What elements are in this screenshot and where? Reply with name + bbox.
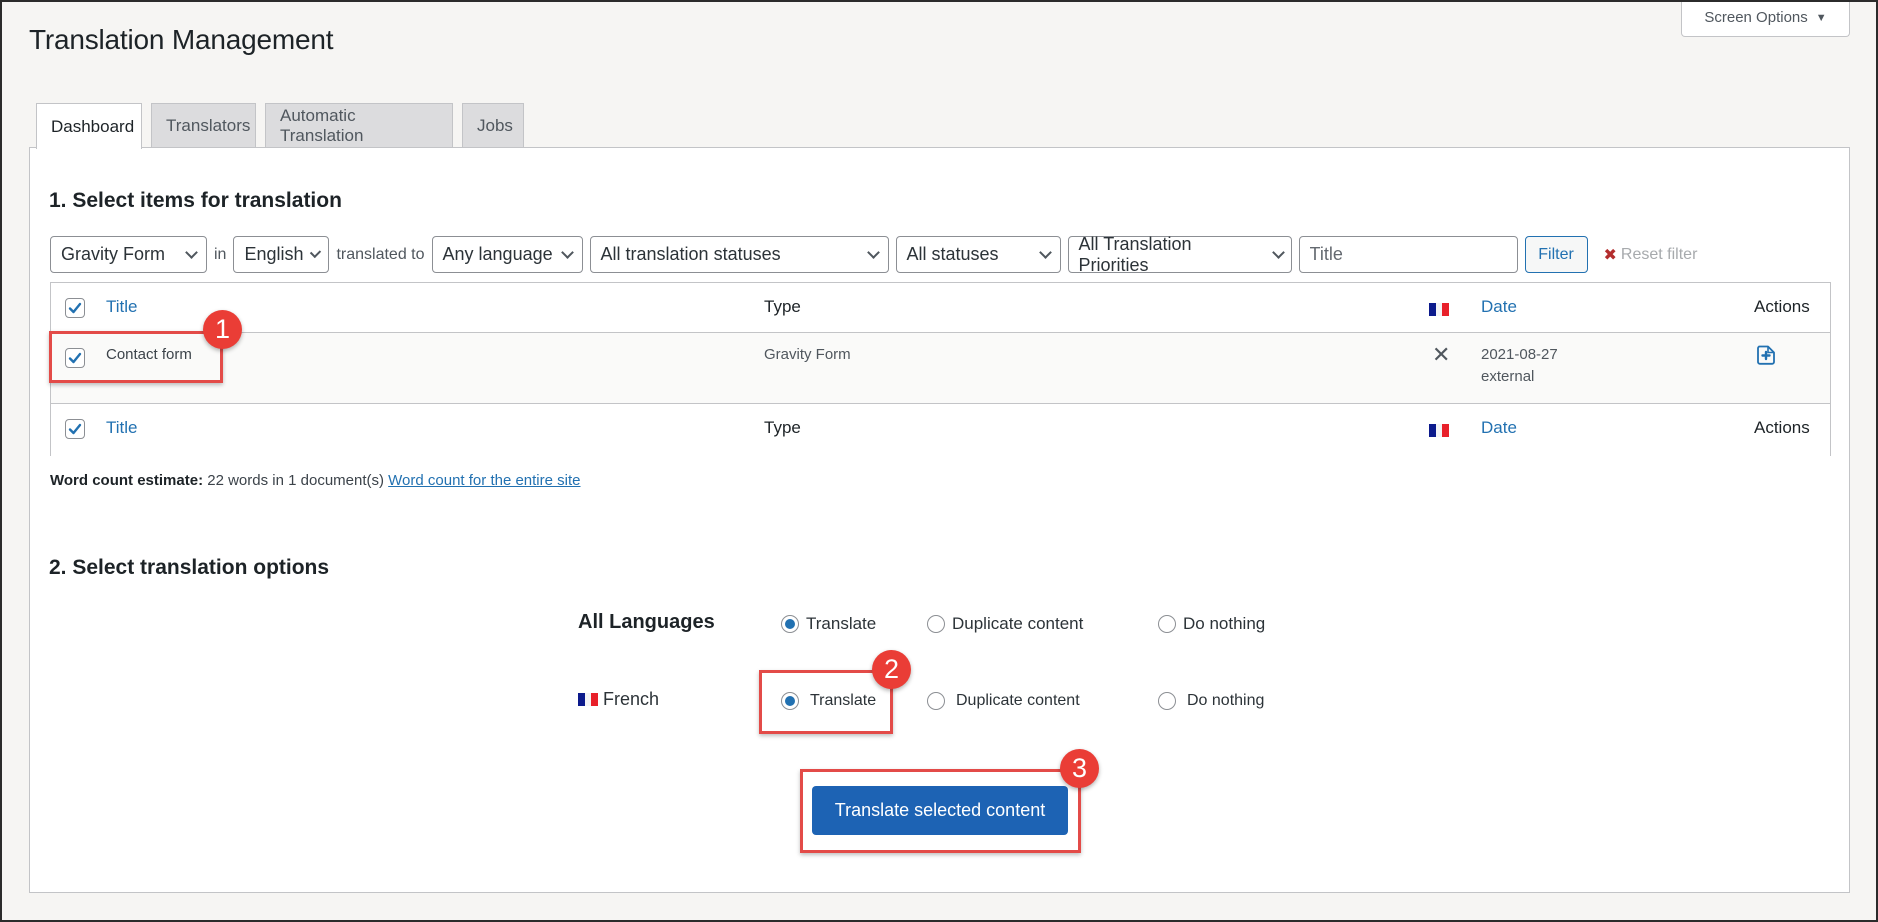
column-header-title[interactable]: Title <box>106 297 138 317</box>
column-header-date[interactable]: Date <box>1481 297 1517 317</box>
page-title: Translation Management <box>29 24 334 55</box>
screen-options-button[interactable]: Screen Options ▼ <box>1681 0 1850 37</box>
table-header-row: Title Type Date Actions <box>51 283 1830 333</box>
dashboard-panel: 1. Select items for translation Gravity … <box>29 147 1850 893</box>
word-count-site-link[interactable]: Word count for the entire site <box>388 472 580 489</box>
in-label: in <box>214 245 227 263</box>
select-all-checkbox-footer[interactable] <box>65 419 85 439</box>
filter-button[interactable]: Filter <box>1524 236 1588 273</box>
chevron-down-icon <box>866 245 880 259</box>
type-select-value: Gravity Form <box>61 244 166 264</box>
chevron-down-icon <box>309 246 321 258</box>
radio-label: Duplicate content <box>956 692 1080 709</box>
radio-label: Do nothing <box>1183 614 1266 633</box>
french-flag-icon <box>1429 301 1450 321</box>
all-translate-radio[interactable]: Translate <box>781 614 876 634</box>
column-footer-type: Type <box>764 418 801 437</box>
priority-value: All Translation Priorities <box>1078 233 1192 275</box>
column-footer-title[interactable]: Title <box>106 418 138 438</box>
french-translate-radio[interactable]: Translate <box>781 692 876 710</box>
radio-empty-icon <box>1158 615 1176 633</box>
row-checkbox[interactable] <box>65 348 85 368</box>
caret-down-icon: ▼ <box>1815 11 1827 24</box>
word-count-label: Word count estimate: <box>50 472 204 489</box>
table-row: Contact form Gravity Form ✕ 2021-08-27 e… <box>51 333 1830 404</box>
all-languages-label: All Languages <box>578 611 715 633</box>
tab-label: Dashboard <box>51 116 135 136</box>
type-select[interactable]: Gravity Form <box>50 236 207 273</box>
tab-label: Automatic Translation <box>280 106 364 145</box>
tab-bar: Dashboard Translators Automatic Translat… <box>36 103 524 149</box>
row-title: Contact form <box>106 346 192 363</box>
language-name: French <box>603 689 660 709</box>
translation-status-value: All translation statuses <box>600 244 781 264</box>
target-language-select[interactable]: Any language <box>431 236 583 273</box>
x-icon: ✕ <box>1432 342 1451 367</box>
radio-label: Translate <box>810 692 877 709</box>
items-table: Title Type Date Actions Contact form Gra… <box>50 282 1831 456</box>
row-date-note: external <box>1481 368 1535 385</box>
radio-label: Do nothing <box>1187 692 1265 709</box>
radio-selected-icon <box>781 692 799 710</box>
all-languages-options: All Languages Translate Duplicate conten… <box>30 611 1849 641</box>
french-flag-icon <box>1429 422 1450 442</box>
translate-selected-content-button[interactable]: Translate selected content <box>812 786 1068 835</box>
reset-filter-link[interactable]: ✖ Reset filter <box>1604 245 1698 265</box>
chevron-down-icon <box>560 245 574 259</box>
tab-translators[interactable]: Translators <box>151 103 256 148</box>
word-count-estimate: Word count estimate: 22 words in 1 docum… <box>50 472 581 489</box>
target-language-value: Any language <box>442 244 553 264</box>
row-date-value: 2021-08-27 <box>1481 346 1558 363</box>
screen-options-label: Screen Options <box>1704 9 1808 26</box>
reset-filter-label: Reset filter <box>1620 245 1698 263</box>
column-footer-actions: Actions <box>1754 418 1810 437</box>
column-header-type: Type <box>764 297 801 316</box>
status-select[interactable]: All statuses <box>895 236 1061 273</box>
french-language-label: French <box>578 689 659 710</box>
source-language-select[interactable]: English <box>233 236 330 273</box>
radio-empty-icon <box>927 692 945 710</box>
all-do-nothing-radio[interactable]: Do nothing <box>1158 614 1265 634</box>
add-translation-icon[interactable] <box>1755 344 1777 370</box>
all-duplicate-radio[interactable]: Duplicate content <box>927 614 1083 634</box>
select-all-checkbox[interactable] <box>65 298 85 318</box>
checkmark-icon <box>68 423 82 435</box>
tab-label: Translators <box>166 116 251 135</box>
row-date: 2021-08-27 external <box>1481 346 1558 385</box>
word-count-value: 22 words in 1 document(s) <box>207 472 384 489</box>
radio-selected-icon <box>781 615 799 633</box>
checkmark-icon <box>68 302 82 314</box>
tab-label: Jobs <box>477 116 513 135</box>
translated-to-label: translated to <box>336 245 425 263</box>
close-icon: ✖ <box>1603 246 1617 264</box>
title-search-input[interactable] <box>1298 236 1518 273</box>
tab-jobs[interactable]: Jobs <box>462 103 524 148</box>
tab-dashboard[interactable]: Dashboard <box>36 103 142 149</box>
radio-label: Duplicate content <box>952 614 1084 633</box>
chevron-down-icon <box>1271 245 1285 259</box>
source-language-value: English <box>244 244 304 264</box>
french-options: French Translate Duplicate content Do no… <box>30 687 1849 717</box>
filter-bar: Gravity Form in English translated to An… <box>50 233 1698 275</box>
tab-automatic-translation[interactable]: Automatic Translation <box>265 103 453 148</box>
translation-status-select[interactable]: All translation statuses <box>589 236 889 273</box>
radio-label: Translate <box>806 614 877 633</box>
column-header-actions: Actions <box>1754 297 1810 316</box>
row-type: Gravity Form <box>764 346 851 363</box>
priority-select[interactable]: All Translation Priorities <box>1067 233 1292 275</box>
chevron-down-icon <box>1038 245 1052 259</box>
radio-empty-icon <box>1158 692 1176 710</box>
section-heading-translation-options: 2. Select translation options <box>49 556 330 579</box>
status-value: All statuses <box>906 244 999 264</box>
column-footer-date[interactable]: Date <box>1481 418 1517 438</box>
french-flag-icon <box>578 693 599 706</box>
radio-empty-icon <box>927 615 945 633</box>
table-footer-row: Title Type Date Actions <box>51 404 1830 456</box>
checkmark-icon <box>68 352 82 364</box>
french-duplicate-radio[interactable]: Duplicate content <box>927 692 1080 710</box>
chevron-down-icon <box>185 245 198 259</box>
french-do-nothing-radio[interactable]: Do nothing <box>1158 692 1264 710</box>
section-heading-select-items: 1. Select items for translation <box>49 189 342 212</box>
